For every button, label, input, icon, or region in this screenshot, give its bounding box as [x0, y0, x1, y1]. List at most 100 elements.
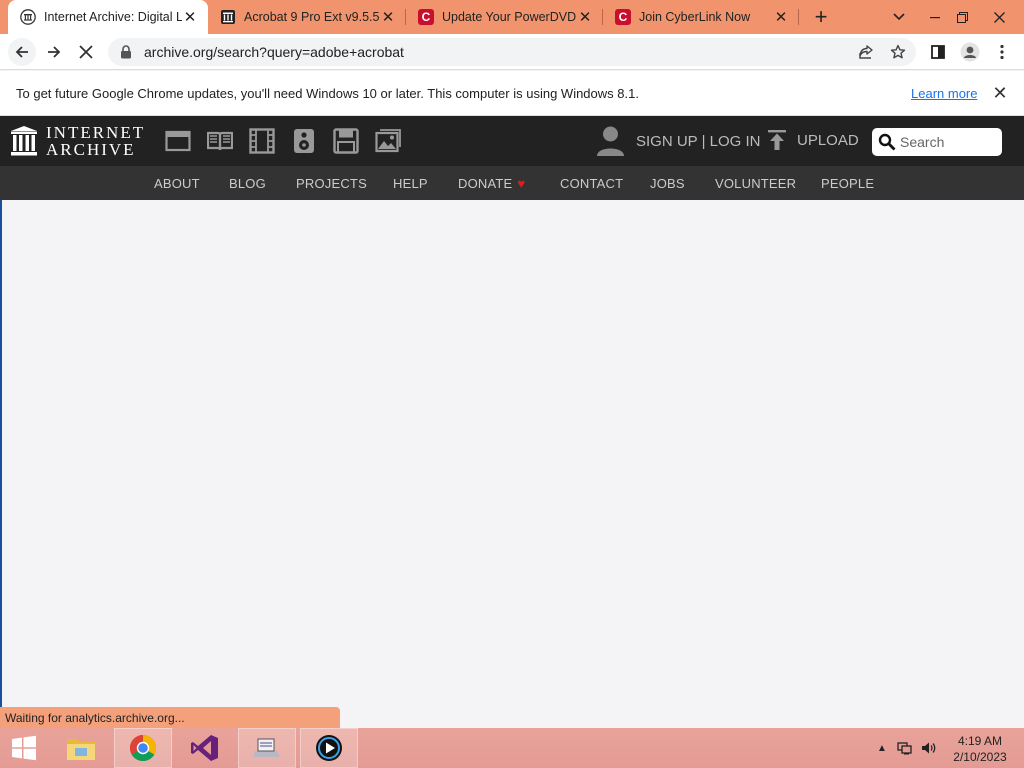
logo-wordmark: INTERNET ARCHIVE: [46, 123, 146, 159]
close-icon[interactable]: ✕: [577, 9, 593, 26]
tab-acrobat[interactable]: Acrobat 9 Pro Ext v9.5.5 ✕: [208, 0, 406, 34]
web-icon[interactable]: [165, 128, 191, 154]
account-link[interactable]: SIGN UP | LOG IN: [596, 125, 760, 157]
user-icon: [597, 126, 624, 156]
tab-title: Internet Archive: Digital Library: [44, 10, 182, 24]
network-icon[interactable]: [897, 740, 913, 756]
profile-button[interactable]: [956, 38, 984, 66]
update-infobar: To get future Google Chrome updates, you…: [0, 71, 1024, 116]
chevron-down-icon: [893, 13, 905, 21]
audio-icon[interactable]: [291, 128, 317, 154]
tab-title: Join CyberLink Now: [639, 10, 751, 24]
side-panel-icon: [931, 45, 945, 59]
clock-time: 4:19 AM: [957, 734, 1003, 748]
ia-nav: ABOUT BLOG PROJECTS HELP DONATE ♥ CONTACT…: [0, 166, 1024, 200]
heart-icon: ♥: [517, 176, 526, 191]
taskbar: ▲ 4:19 AM 2/10/2023: [0, 728, 1024, 768]
tab-search-button[interactable]: [882, 0, 916, 34]
status-bubble: Waiting for analytics.archive.org...: [0, 707, 340, 728]
cyberlink-icon: C: [418, 9, 434, 25]
lock-icon: [121, 45, 131, 59]
stop-icon: [79, 45, 93, 59]
page-content: [0, 200, 1024, 728]
images-icon[interactable]: [375, 128, 401, 154]
learn-more-link[interactable]: Learn more: [911, 86, 977, 101]
taskbar-visual-studio[interactable]: [176, 728, 234, 768]
close-icon[interactable]: ✕: [773, 9, 789, 26]
upload-icon: [768, 130, 786, 150]
nav-about[interactable]: ABOUT: [154, 176, 200, 191]
nav-blog[interactable]: BLOG: [229, 176, 266, 191]
nav-help[interactable]: HELP: [393, 176, 428, 191]
upload-label: UPLOAD: [797, 131, 859, 149]
star-icon: [890, 44, 906, 59]
address-bar[interactable]: archive.org/search?query=adobe+acrobat: [108, 38, 916, 66]
taskbar-scanner[interactable]: [238, 728, 296, 768]
tab-join-cyberlink[interactable]: C Join CyberLink Now ✕: [603, 0, 799, 34]
scanner-icon: [253, 738, 280, 757]
visual-studio-icon: [191, 735, 218, 761]
nav-donate[interactable]: DONATE ♥: [458, 176, 525, 191]
account-label: SIGN UP | LOG IN: [636, 132, 761, 150]
upload-link[interactable]: UPLOAD: [766, 129, 859, 151]
show-hidden-icons-button[interactable]: ▲: [874, 740, 890, 756]
close-icon: [993, 11, 1005, 23]
stop-loading-button[interactable]: [72, 38, 100, 66]
tab-title: Update Your PowerDVD: [442, 10, 577, 24]
nav-people[interactable]: PEOPLE: [821, 176, 874, 191]
forward-button[interactable]: [40, 38, 68, 66]
software-icon[interactable]: [333, 128, 359, 154]
restore-button[interactable]: [945, 0, 979, 34]
close-window-button[interactable]: [982, 0, 1016, 34]
new-tab-button[interactable]: +: [809, 4, 833, 29]
taskbar-powerdvd[interactable]: [300, 728, 358, 768]
tab-title: Acrobat 9 Pro Ext v9.5.5: [244, 10, 380, 24]
close-icon[interactable]: ✕: [990, 83, 1010, 103]
volume-icon[interactable]: [921, 740, 937, 756]
restore-icon: [956, 11, 968, 23]
avatar-icon: [960, 42, 980, 62]
texts-icon[interactable]: [207, 128, 233, 154]
arrow-right-icon: [48, 46, 61, 58]
site-search[interactable]: [872, 128, 1002, 156]
taskbar-clock[interactable]: 4:19 AM 2/10/2023: [950, 733, 1010, 765]
share-icon: [859, 45, 873, 59]
close-icon[interactable]: ✕: [380, 9, 396, 26]
taskbar-file-explorer[interactable]: [52, 728, 110, 768]
tab-update-powerdvd[interactable]: C Update Your PowerDVD ✕: [406, 0, 603, 34]
side-panel-button[interactable]: [924, 38, 952, 66]
ia-logo[interactable]: INTERNET ARCHIVE: [10, 124, 145, 158]
minimize-icon: [930, 17, 940, 19]
nav-jobs[interactable]: JOBS: [650, 176, 685, 191]
infobar-message: To get future Google Chrome updates, you…: [16, 86, 639, 101]
nav-projects[interactable]: PROJECTS: [296, 176, 367, 191]
browser-toolbar: archive.org/search?query=adobe+acrobat: [0, 34, 1024, 70]
close-icon[interactable]: ✕: [182, 9, 198, 26]
file-explorer-icon: [67, 739, 95, 760]
tab-internet-archive[interactable]: Internet Archive: Digital Library ✕: [8, 0, 208, 34]
url-text: archive.org/search?query=adobe+acrobat: [144, 44, 404, 60]
nav-donate-label: DONATE: [458, 176, 513, 191]
video-icon[interactable]: [249, 128, 275, 154]
more-vert-icon: [1000, 44, 1004, 60]
start-button[interactable]: [0, 728, 48, 768]
tab-strip: Internet Archive: Digital Library ✕ Acro…: [0, 0, 1024, 34]
chrome-icon: [129, 734, 157, 762]
windows-icon: [12, 735, 36, 761]
menu-button[interactable]: [988, 38, 1016, 66]
share-button[interactable]: [852, 38, 880, 66]
ia-header: INTERNET ARCHIVE SIGN UP | LOG IN UPLOAD…: [0, 116, 1024, 166]
nav-contact[interactable]: CONTACT: [560, 176, 623, 191]
powerdvd-icon: [316, 735, 342, 761]
search-icon: [878, 133, 896, 151]
search-input[interactable]: [900, 134, 996, 150]
internet-archive-icon: [20, 9, 36, 25]
taskbar-chrome[interactable]: [114, 728, 172, 768]
clock-date: 2/10/2023: [953, 750, 1007, 764]
bookmark-button[interactable]: [884, 38, 912, 66]
cyberlink-icon: C: [615, 9, 631, 25]
back-button[interactable]: [8, 38, 36, 66]
internet-archive-icon: [220, 9, 236, 25]
arrow-left-icon: [15, 46, 28, 58]
nav-volunteer[interactable]: VOLUNTEER: [715, 176, 796, 191]
